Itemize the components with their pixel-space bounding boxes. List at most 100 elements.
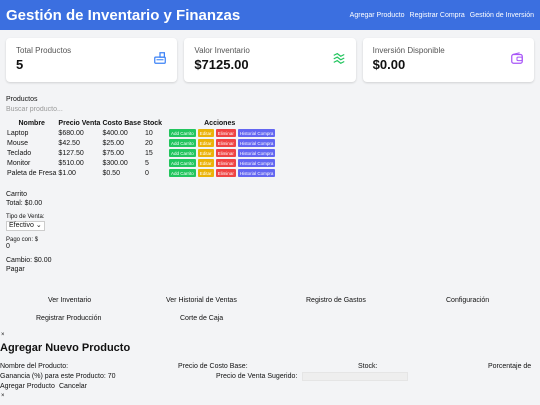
purchase-history-button[interactable]: Historial Compra — [237, 139, 276, 147]
cart-total: Total: $0.00 — [6, 200, 43, 207]
delete-button[interactable]: Eliminar — [215, 169, 236, 177]
card-label: Total Productos — [16, 46, 72, 55]
nav-add-product[interactable]: Agregar Producto — [350, 12, 405, 19]
cart-title: Carrito — [6, 191, 28, 198]
row-actions: Add Carrito Editar Eliminar Historial Compr… — [169, 149, 276, 157]
pay-button[interactable]: Pagar — [6, 266, 206, 275]
cell-price: $680.00 — [58, 129, 84, 137]
row-actions: Add Carrito Editar Eliminar Historial Compr… — [169, 169, 276, 177]
cell-name: Teclado — [7, 149, 32, 157]
table-row: Teclado $127.50 $75.00 15 Add Carrito Editar E… — [6, 148, 276, 158]
close-icon-secondary[interactable]: × — [1, 393, 5, 399]
cell-price: $127.50 — [58, 149, 84, 157]
row-actions: Add Carrito Editar Eliminar Historial Compr… — [169, 159, 276, 167]
percentage-label: Porcentaje de — [488, 363, 532, 370]
cell-price: $42.50 — [58, 139, 80, 147]
add-to-cart-button[interactable]: Add Carrito — [169, 169, 196, 177]
col-stock: Stock — [142, 119, 163, 127]
app-title: Gestión de Inventario y Finanzas — [6, 6, 241, 24]
suggested-price-label: Precio de Venta Sugerido: — [216, 373, 298, 380]
card-inventory-value: Valor Inventario $7125.00 — [184, 38, 356, 82]
edit-button[interactable]: Editar — [197, 159, 214, 167]
sale-type-select[interactable]: Efectivo ⌄ — [6, 221, 45, 231]
sale-type-value: Efectivo — [9, 222, 34, 229]
register-production-button[interactable]: Registrar Producción — [36, 315, 101, 322]
sale-type-label: Tipo de Venta: — [6, 214, 45, 220]
delete-button[interactable]: Eliminar — [215, 159, 236, 167]
cell-cost: $25.00 — [102, 139, 124, 147]
cell-name: Paleta de Fresa — [7, 169, 57, 177]
row-actions: Add Carrito Editar Eliminar Historial Compr… — [169, 139, 276, 147]
add-product-submit-button[interactable]: Agregar Producto — [0, 383, 55, 390]
table-row: Mouse $42.50 $25.00 20 Add Carrito Editar Elim… — [6, 138, 276, 148]
cash-cut-button[interactable]: Corte de Caja — [180, 315, 223, 322]
cell-cost: $75.00 — [102, 149, 124, 157]
col-cost: Costo Base — [102, 119, 141, 127]
cell-actions: Add Carrito Editar Eliminar Historial Compr… — [163, 158, 276, 168]
card-total-products: Total Productos 5 — [6, 38, 178, 82]
cell-cost: $0.50 — [102, 169, 120, 177]
card-label: Inversión Disponible — [372, 46, 445, 55]
cell-name: Monitor — [7, 159, 31, 167]
edit-button[interactable]: Editar — [197, 139, 214, 147]
purchase-history-button[interactable]: Historial Compra — [237, 169, 276, 177]
change-text: Cambio: $0.00 — [6, 257, 52, 264]
edit-button[interactable]: Editar — [197, 149, 214, 157]
pay-with-input[interactable]: 0 — [6, 243, 206, 252]
card-value: $0.00 — [372, 57, 406, 72]
card-value: 5 — [16, 57, 24, 72]
edit-button[interactable]: Editar — [197, 129, 214, 137]
cell-stock: 10 — [144, 129, 153, 137]
purchase-history-button[interactable]: Historial Compra — [237, 129, 276, 137]
purchase-history-button[interactable]: Historial Compra — [237, 159, 276, 167]
card-available-investment: Inversión Disponible $0.00 — [362, 38, 534, 82]
cancel-button[interactable]: Cancelar — [59, 383, 87, 390]
delete-button[interactable]: Eliminar — [215, 129, 236, 137]
col-price: Precio Venta — [58, 119, 101, 127]
cell-name: Laptop — [7, 129, 29, 137]
table-row: Laptop $680.00 $400.00 10 Add Carrito Editar E… — [6, 128, 276, 138]
cell-price: $510.00 — [58, 159, 84, 167]
summary-cards: Total Productos 5 Valor Inventario $7125… — [6, 38, 534, 82]
delete-button[interactable]: Eliminar — [215, 139, 236, 147]
cell-stock: 20 — [144, 139, 153, 147]
top-bar: Gestión de Inventario y Finanzas Agregar… — [0, 0, 540, 30]
cell-stock: 5 — [144, 159, 149, 167]
search-input[interactable] — [6, 104, 106, 114]
table-row: Paleta de Fresa $1.00 $0.50 0 Add Carrito Edi… — [6, 168, 276, 178]
cell-price: $1.00 — [58, 169, 76, 177]
add-to-cart-button[interactable]: Add Carrito — [169, 129, 196, 137]
cell-actions: Add Carrito Editar Eliminar Historial Compr… — [163, 168, 276, 178]
chevron-down-icon: ⌄ — [35, 222, 42, 229]
col-name: Nombre — [18, 119, 45, 127]
add-to-cart-button[interactable]: Add Carrito — [169, 159, 196, 167]
cell-cost: $300.00 — [102, 159, 128, 167]
suggested-price-field[interactable] — [302, 372, 408, 381]
view-sales-history-button[interactable]: Ver Historial de Ventas — [166, 297, 237, 304]
add-to-cart-button[interactable]: Add Carrito — [169, 139, 196, 147]
row-actions: Add Carrito Editar Eliminar Historial Compr… — [169, 129, 276, 137]
close-icon[interactable]: × — [1, 332, 5, 338]
edit-button[interactable]: Editar — [197, 169, 214, 177]
cell-actions: Add Carrito Editar Eliminar Historial Compr… — [163, 128, 276, 138]
nav-register-purchase[interactable]: Registrar Compra — [410, 12, 465, 19]
settings-button[interactable]: Configuración — [446, 297, 489, 304]
table-row: Monitor $510.00 $300.00 5 Add Carrito Editar E… — [6, 158, 276, 168]
cell-stock: 15 — [144, 149, 153, 157]
form-title: Agregar Nuevo Producto — [0, 342, 131, 354]
add-to-cart-button[interactable]: Add Carrito — [169, 149, 196, 157]
top-nav: Agregar Producto Registrar Compra Gestió… — [350, 12, 534, 19]
purchase-history-button[interactable]: Historial Compra — [237, 149, 276, 157]
card-label: Valor Inventario — [194, 46, 250, 55]
cost-label: Precio de Costo Base: — [178, 363, 248, 370]
cell-actions: Add Carrito Editar Eliminar Historial Compr… — [163, 138, 276, 148]
table-header-row: Nombre Precio Venta Costo Base Stock Acc… — [6, 118, 276, 128]
view-inventory-button[interactable]: Ver Inventario — [48, 297, 91, 304]
expenses-register-button[interactable]: Registro de Gastos — [306, 297, 366, 304]
col-actions: Acciones — [204, 119, 236, 127]
products-label: Productos — [6, 96, 38, 103]
product-name-label: Nombre del Producto: — [0, 363, 69, 370]
nav-investment-management[interactable]: Gestión de Inversión — [470, 12, 534, 19]
delete-button[interactable]: Eliminar — [215, 149, 236, 157]
products-table: Nombre Precio Venta Costo Base Stock Acc… — [6, 118, 276, 178]
